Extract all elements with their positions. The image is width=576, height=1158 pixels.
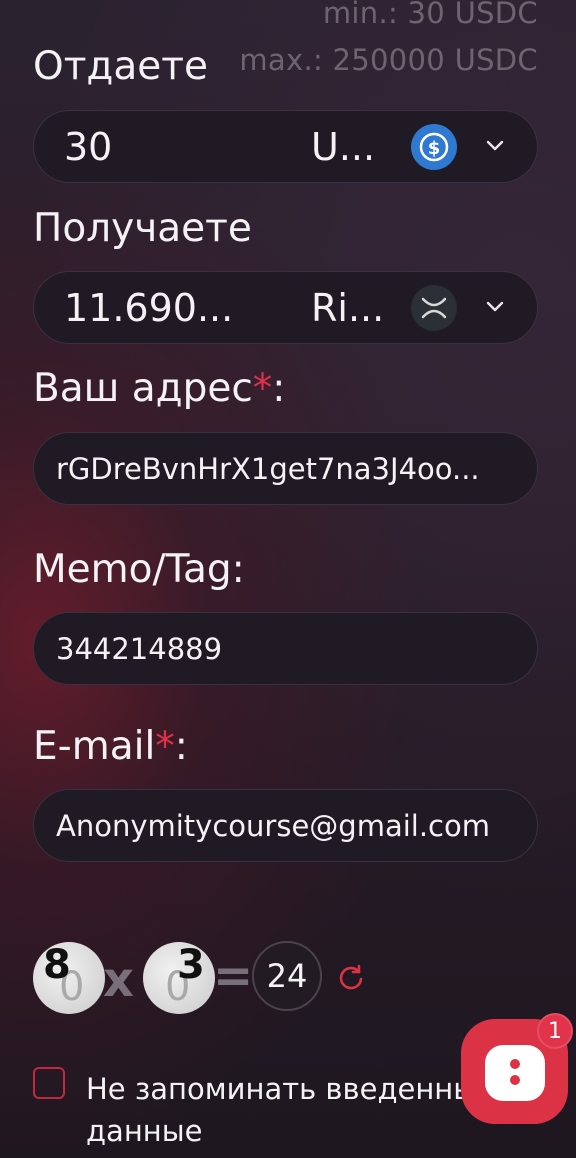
email-value: Anonymitycourse@gmail.com bbox=[56, 808, 490, 843]
chevron-down-icon[interactable] bbox=[480, 292, 510, 322]
svg-text:$: $ bbox=[428, 138, 441, 159]
receive-field[interactable]: 11.690... Ri... bbox=[33, 271, 538, 344]
chat-badge: 1 bbox=[537, 1013, 573, 1049]
receive-amount: 11.690... bbox=[64, 285, 234, 330]
xrp-coin-icon bbox=[411, 285, 457, 331]
address-input[interactable]: rGDreBvnHrX1get7na3J4oo... bbox=[33, 432, 538, 505]
captcha-equals: = bbox=[213, 948, 254, 1004]
min-limit: min.: 30 USDC bbox=[322, 0, 538, 30]
email-input[interactable]: Anonymitycourse@gmail.com bbox=[33, 789, 538, 862]
captcha-digit-image: 0 8 bbox=[33, 942, 105, 1014]
captcha-answer-input[interactable]: 24 bbox=[252, 941, 322, 1011]
receive-label: Получаете bbox=[33, 206, 252, 251]
send-field[interactable]: 30 U... $ bbox=[33, 110, 538, 183]
send-currency[interactable]: U... bbox=[311, 111, 375, 182]
captcha-digit-image: 0 3 bbox=[143, 942, 215, 1014]
memo-value: 344214889 bbox=[56, 631, 223, 666]
remember-checkbox[interactable] bbox=[33, 1067, 65, 1099]
max-limit: max.: 250000 USDC bbox=[239, 43, 538, 77]
usdc-coin-icon: $ bbox=[411, 124, 457, 170]
address-label: Ваш адрес*: bbox=[33, 366, 286, 411]
memo-input[interactable]: 344214889 bbox=[33, 612, 538, 685]
send-amount-input[interactable]: 30 bbox=[64, 111, 112, 182]
captcha-operator: x bbox=[103, 952, 134, 1008]
captcha: 0 8 x 0 3 = 24 bbox=[33, 940, 373, 1014]
receive-currency[interactable]: Ri... bbox=[311, 272, 384, 343]
remember-label: Не запоминать введенные данные bbox=[86, 1072, 494, 1148]
chevron-down-icon[interactable] bbox=[480, 131, 510, 161]
memo-label: Memo/Tag: bbox=[33, 547, 245, 592]
address-value: rGDreBvnHrX1get7na3J4oo... bbox=[56, 451, 480, 486]
chat-icon bbox=[485, 1045, 545, 1101]
refresh-icon[interactable] bbox=[336, 962, 366, 992]
email-label: E-mail*: bbox=[33, 724, 188, 769]
required-mark: * bbox=[155, 724, 175, 769]
required-mark: * bbox=[252, 366, 273, 411]
send-label: Отдаете bbox=[33, 44, 208, 89]
